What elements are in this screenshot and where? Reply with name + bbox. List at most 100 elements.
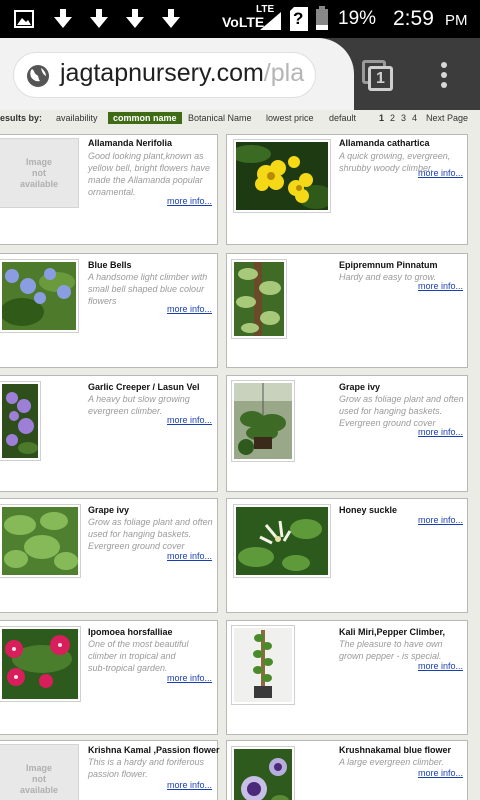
tab-switcher-button[interactable]: 1 <box>362 60 394 92</box>
more-info-link[interactable]: more info... <box>167 673 212 683</box>
sort-option-botanical-name[interactable]: Botanical Name <box>188 113 252 123</box>
product-thumbnail[interactable] <box>233 139 331 213</box>
no-image-placeholder: Image not available <box>0 744 79 800</box>
more-info-link[interactable]: more info... <box>167 196 212 206</box>
product-thumbnail[interactable] <box>0 381 41 461</box>
no-image-text: Image <box>25 762 52 773</box>
sort-option-common-name[interactable]: common name <box>108 112 182 124</box>
status-bar: VoLTE LTE ? 19% 2:59 PM <box>0 0 480 38</box>
passion-flower-image <box>234 749 292 800</box>
more-info-link[interactable]: more info... <box>418 515 463 525</box>
address-bar[interactable]: jagtapnursery.com/pla <box>13 52 316 98</box>
honey-suckle-image <box>236 507 328 575</box>
product-name[interactable]: Allamanda Nerifolia <box>88 138 172 148</box>
more-info-link[interactable]: more info... <box>418 168 463 178</box>
page-link-3[interactable]: 3 <box>401 113 406 123</box>
product-card: Grape ivy Grow as foliage plant and ofte… <box>226 375 468 492</box>
product-thumbnail[interactable] <box>233 504 331 578</box>
page-link-1[interactable]: 1 <box>379 113 384 123</box>
product-thumbnail[interactable] <box>231 625 295 705</box>
product-thumbnail[interactable] <box>231 746 295 800</box>
product-description: One of the most beautiful climber in trop… <box>88 638 218 674</box>
no-image-text: not <box>32 773 46 784</box>
battery-percent: 19% <box>338 8 377 29</box>
sort-bar: esults by: availability common name Bota… <box>0 110 480 127</box>
product-description: A handsome light climber with small bell … <box>88 271 218 307</box>
more-info-link[interactable]: more info... <box>167 551 212 561</box>
more-info-link[interactable]: more info... <box>167 780 212 790</box>
more-info-link[interactable]: more info... <box>167 415 212 425</box>
product-name[interactable]: Honey suckle <box>339 505 397 515</box>
garlic-creeper-image <box>2 384 38 458</box>
more-info-link[interactable]: more info... <box>418 427 463 437</box>
desc-line: A heavy but slow growing <box>88 394 190 404</box>
desc-line: This is a hardy and foriferous <box>88 757 205 767</box>
desc-line: Grow as foliage plant and often <box>88 517 213 527</box>
product-thumbnail[interactable] <box>0 626 81 702</box>
desc-line: used for hanging baskets. <box>339 406 443 416</box>
desc-line: A quick growing, evergreen, <box>339 151 451 161</box>
desc-line: The pleasure to have own <box>339 639 443 649</box>
clock-ampm: PM <box>445 12 468 29</box>
product-description: A large evergreen climber. <box>339 756 467 768</box>
product-card: Honey suckle more info... <box>226 498 468 613</box>
no-image-placeholder: Image not available <box>0 138 79 208</box>
product-thumbnail[interactable] <box>231 380 295 462</box>
more-info-link[interactable]: more info... <box>418 768 463 778</box>
product-thumbnail[interactable] <box>231 259 287 339</box>
next-page-link[interactable]: Next Page <box>426 113 468 123</box>
more-info-link[interactable]: more info... <box>418 661 463 671</box>
grape-ivy-basket-image <box>234 383 292 459</box>
product-name[interactable]: Ipomoea horsfalliae <box>88 627 173 637</box>
download-icon <box>54 9 72 28</box>
browser-toolbar: jagtapnursery.com/pla 1 <box>0 38 480 110</box>
globe-icon <box>27 65 49 87</box>
sort-option-lowest-price[interactable]: lowest price <box>266 113 314 123</box>
page-link-2[interactable]: 2 <box>390 113 395 123</box>
page-link-4[interactable]: 4 <box>412 113 417 123</box>
pepper-climber-image <box>234 628 292 702</box>
desc-line: used for hanging baskets. <box>88 529 192 539</box>
sim-status: ? <box>293 9 304 28</box>
no-image-text: available <box>19 178 59 189</box>
product-card: Image not available Krishna Kamal ,Passion… <box>0 740 220 800</box>
product-name[interactable]: Krishna Kamal ,Passion flower <box>88 745 220 755</box>
sort-option-availability[interactable]: availability <box>56 113 98 123</box>
volte-label: VoLTE <box>222 14 265 30</box>
sort-label: esults by: <box>0 113 43 123</box>
product-thumbnail[interactable] <box>0 259 79 333</box>
desc-line: Grow as foliage plant and often <box>339 394 464 404</box>
product-name[interactable]: Garlic Creeper / Lasun Vel <box>88 382 200 392</box>
product-name[interactable]: Kali Miri,Pepper Climber, <box>339 627 445 637</box>
desc-line: Good looking plant,known as <box>88 151 204 161</box>
product-name[interactable]: Blue Bells <box>88 260 132 270</box>
download-icon <box>126 9 144 28</box>
product-card: Grape ivy Grow as foliage plant and ofte… <box>0 498 218 613</box>
product-name[interactable]: Allamanda cathartica <box>339 138 430 148</box>
more-info-link[interactable]: more info... <box>418 281 463 291</box>
no-image-text: available <box>19 784 59 795</box>
desc-line: One of the most beautiful <box>88 639 189 649</box>
product-description: This is a hardy and foriferous passion fl… <box>88 756 218 780</box>
web-page: esults by: availability common name Bota… <box>0 110 480 800</box>
url-text: jagtapnursery.com/pla <box>60 59 304 88</box>
product-description: A heavy but slow growing evergreen climbe… <box>88 393 218 417</box>
product-description: The pleasure to have own grown pepper - i… <box>339 638 467 662</box>
desc-line: small bell shaped blue colour <box>88 284 205 294</box>
blue-flower-image <box>2 262 76 330</box>
product-name[interactable]: Grape ivy <box>88 505 129 515</box>
sort-option-default[interactable]: default <box>329 113 356 123</box>
clock: 2:59 <box>393 7 434 30</box>
product-thumbnail[interactable] <box>0 504 81 578</box>
product-card: Blue Bells A handsome light climber with… <box>0 253 218 368</box>
product-name[interactable]: Epipremnum Pinnatum <box>339 260 438 270</box>
product-name[interactable]: Krushnakamal blue flower <box>339 745 451 755</box>
product-card: Kali Miri,Pepper Climber, The pleasure t… <box>226 620 468 735</box>
product-name[interactable]: Grape ivy <box>339 382 380 392</box>
url-host: jagtapnursery.com <box>60 59 264 87</box>
overflow-menu-icon[interactable] <box>439 60 449 90</box>
gallery-icon <box>14 10 34 28</box>
url-path: /pla <box>263 59 305 87</box>
grape-ivy-image <box>2 507 78 575</box>
more-info-link[interactable]: more info... <box>167 304 212 314</box>
